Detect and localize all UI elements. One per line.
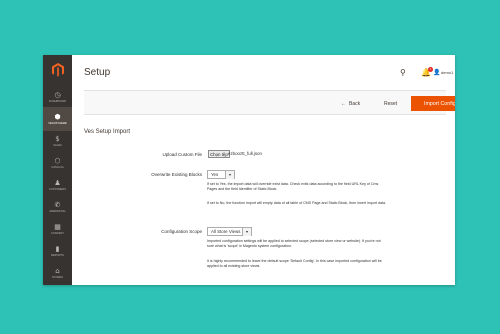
sidebar-item-content[interactable]: ▦ CONTENT bbox=[43, 217, 72, 241]
sidebar-item-label: STORES bbox=[52, 276, 63, 279]
sidebar-item-catalog[interactable]: ⬡ CATALOG bbox=[43, 151, 72, 175]
section-title: Ves Setup Import bbox=[84, 129, 131, 135]
choose-file-button[interactable]: Chọn tệp bbox=[208, 150, 230, 158]
sidebar-item-label: DASHBOARD bbox=[49, 100, 66, 103]
marketing-icon: ✆ bbox=[54, 201, 61, 209]
admin-window: ◷ DASHBOARD ⬢ VENUSTHEME $ SALES ⬡ CATALOG ♟ CUST… bbox=[43, 55, 455, 285]
main-content: Setup ⚲ 🔔 1 👤 demo1 ▾ ← Back Reset Impor… bbox=[72, 55, 455, 285]
reports-icon: ▮ bbox=[55, 245, 60, 253]
overwrite-select[interactable]: Yes ▾ bbox=[207, 170, 235, 179]
customers-icon: ♟ bbox=[54, 179, 61, 187]
sidebar-item-label: REPORTS bbox=[51, 254, 64, 257]
sidebar-item-dashboard[interactable]: ◷ DASHBOARD bbox=[43, 85, 72, 109]
select-arrow-icon: ▾ bbox=[225, 171, 234, 179]
catalog-icon: ⬡ bbox=[54, 157, 61, 165]
content-icon: ▦ bbox=[54, 223, 61, 231]
magento-logo-icon bbox=[51, 63, 64, 77]
scope-note-2: It is highly recommended to leave the de… bbox=[207, 259, 382, 268]
overwrite-select-value: Yes bbox=[211, 172, 219, 177]
page-title: Setup bbox=[84, 67, 111, 78]
arrow-left-icon: ← bbox=[341, 101, 346, 107]
sidebar-item-marketing[interactable]: ✆ MARKETING bbox=[43, 195, 72, 219]
scope-select-value: All Store Views bbox=[211, 229, 241, 234]
magento-logo[interactable] bbox=[43, 55, 72, 85]
page-actions: ← Back Reset Import Configuration bbox=[84, 90, 455, 115]
overwrite-note-yes: If set to Yes, the import data will over… bbox=[207, 182, 379, 191]
search-icon[interactable]: ⚲ bbox=[400, 68, 406, 77]
back-button[interactable]: ← Back bbox=[341, 101, 360, 107]
upload-file-label: Upload Custom File bbox=[162, 152, 202, 157]
selected-file-name: ezbooztt_full.json bbox=[228, 151, 262, 156]
dashboard-icon: ◷ bbox=[54, 91, 61, 99]
stores-icon: ⌂ bbox=[55, 267, 60, 275]
import-configuration-button[interactable]: Import Configuration bbox=[411, 96, 455, 111]
scope-label: Configuration Scope bbox=[161, 229, 202, 234]
sidebar-item-label: CUSTOMERS bbox=[49, 188, 66, 191]
sales-icon: $ bbox=[55, 135, 60, 143]
reset-button[interactable]: Reset bbox=[384, 101, 397, 107]
venustheme-icon: ⬢ bbox=[54, 113, 61, 121]
select-arrow-icon: ▾ bbox=[242, 228, 251, 236]
sidebar-item-label: MARKETING bbox=[49, 210, 66, 213]
sidebar-item-label: CONTENT bbox=[51, 232, 64, 235]
user-icon[interactable]: 👤 bbox=[433, 69, 440, 76]
sidebar-item-label: CATALOG bbox=[51, 166, 64, 169]
user-name[interactable]: demo1 bbox=[441, 70, 453, 75]
sidebar-item-label: VENUSTHEME bbox=[48, 122, 67, 125]
sidebar-item-venustheme[interactable]: ⬢ VENUSTHEME bbox=[43, 107, 72, 131]
admin-sidebar: ◷ DASHBOARD ⬢ VENUSTHEME $ SALES ⬡ CATALOG ♟ CUST… bbox=[43, 55, 72, 285]
overwrite-label: Overwrite Existing Blocks bbox=[151, 172, 202, 177]
sidebar-item-sales[interactable]: $ SALES bbox=[43, 129, 72, 153]
scope-note-1: Imported configuration settings will be … bbox=[207, 239, 381, 248]
sidebar-item-label: SALES bbox=[53, 144, 62, 147]
back-button-label: Back bbox=[349, 101, 361, 107]
scope-select[interactable]: All Store Views ▾ bbox=[207, 227, 252, 236]
sidebar-item-customers[interactable]: ♟ CUSTOMERS bbox=[43, 173, 72, 197]
sidebar-item-stores[interactable]: ⌂ STORES bbox=[43, 261, 72, 285]
overwrite-note-no: If set to No, the function import will e… bbox=[207, 201, 386, 205]
sidebar-item-reports[interactable]: ▮ REPORTS bbox=[43, 239, 72, 263]
